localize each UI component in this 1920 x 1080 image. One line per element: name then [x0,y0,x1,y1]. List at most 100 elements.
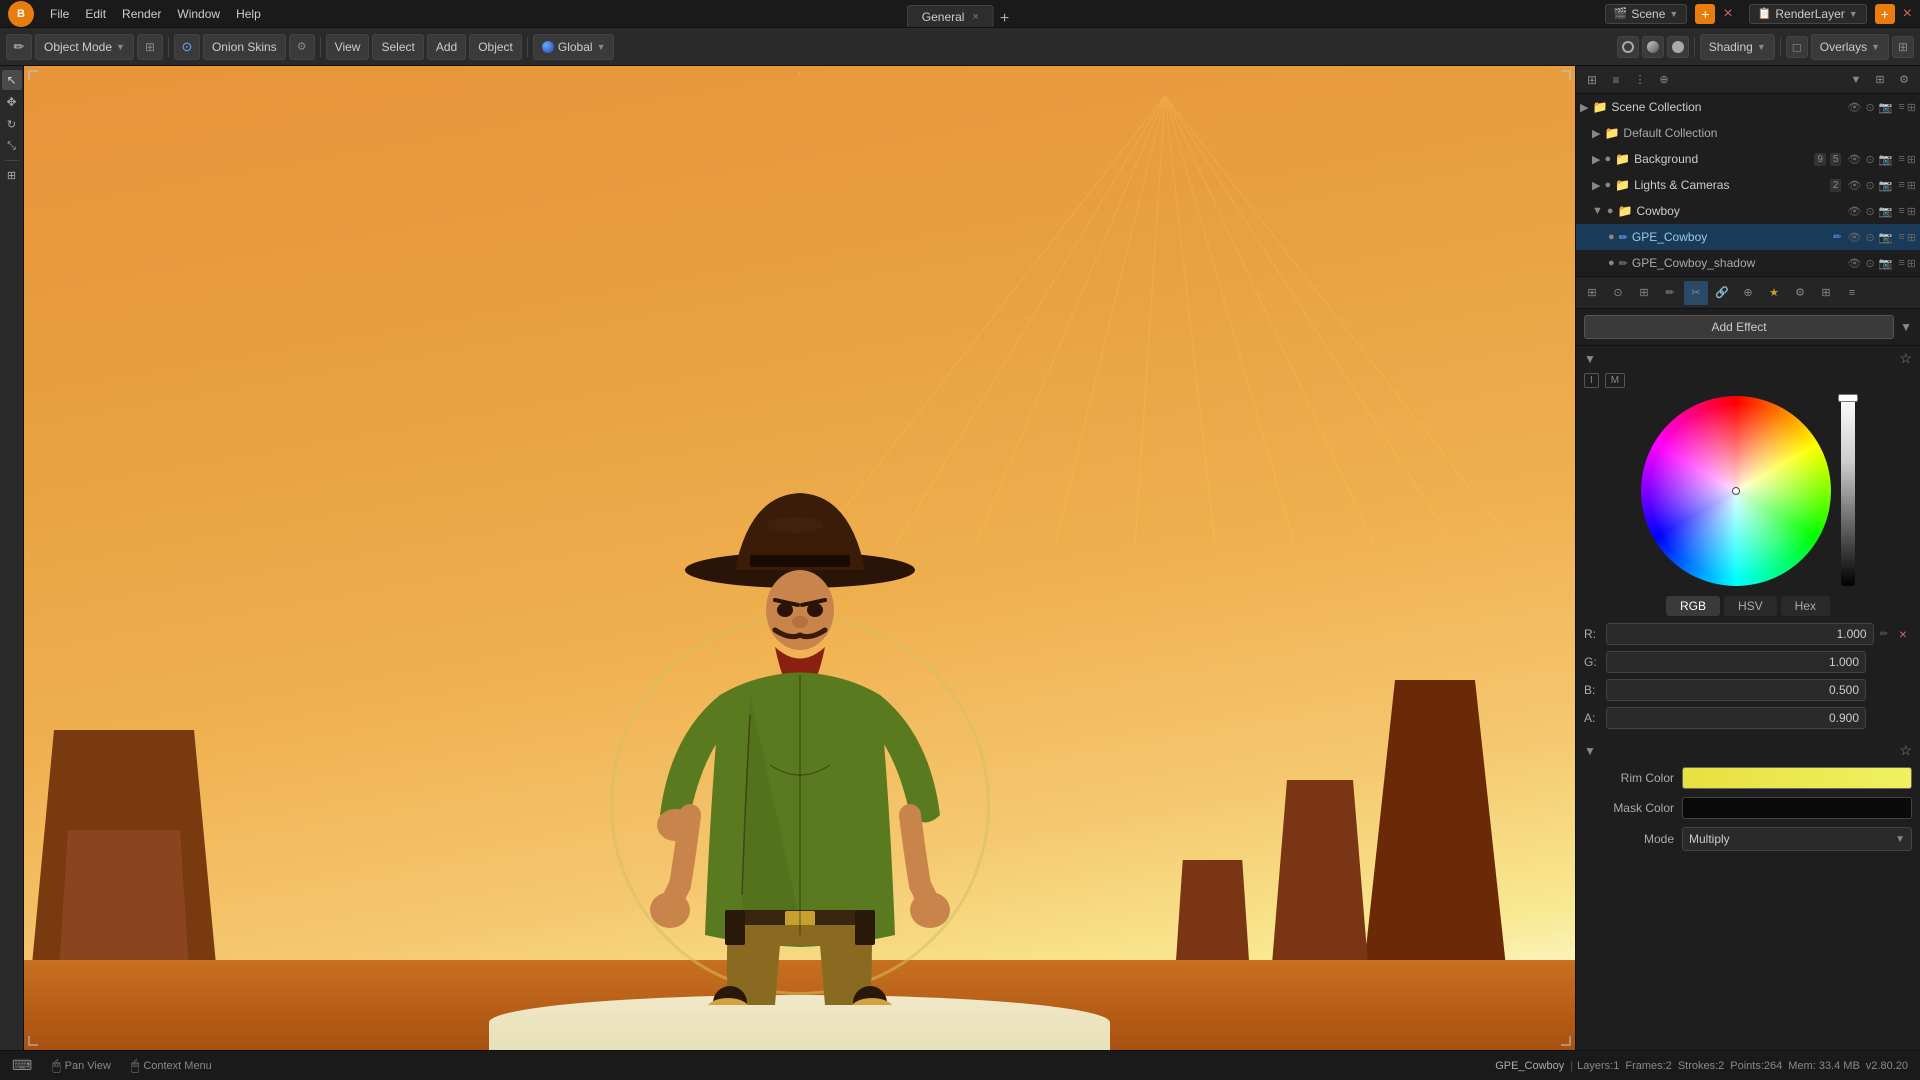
r-close-btn[interactable]: × [1894,625,1912,643]
lc-eye[interactable]: 👁 [1847,179,1861,192]
tool-scale[interactable]: ⤡ [2,136,22,156]
mode-select[interactable]: Multiply ▼ [1682,827,1912,851]
prop-icon-3[interactable]: ⊞ [1632,281,1656,305]
rim-color-swatch[interactable] [1682,767,1912,789]
bg-vis1[interactable]: ≡ [1898,153,1904,166]
effect-star-1[interactable]: ☆ [1899,350,1912,367]
renderlayer-label[interactable]: RenderLayer [1775,7,1844,21]
effect-arrow-2[interactable]: ▼ [1584,744,1596,758]
background-collection-row[interactable]: ▶ ● 📁 Background 9 5 👁 ⊙ 📷 ≡ ⊞ [1576,146,1920,172]
gpe-cowboy-row[interactable]: ● ✏ GPE_Cowboy ✏ 👁 ⊙ 📷 ≡ ⊞ [1576,224,1920,250]
outliner-mode3-icon[interactable]: ⊕ [1654,70,1674,90]
scene-col-render[interactable]: 📷 [1879,101,1893,114]
bg-col-render[interactable]: 📷 [1879,153,1893,166]
prop-icon-5[interactable]: ✂ [1684,281,1708,305]
gpe-cowboy-edit[interactable]: ✏ [1833,232,1841,243]
scene-label[interactable]: Scene [1631,7,1665,21]
shadow-render[interactable]: 📷 [1879,257,1893,270]
tool-rotate[interactable]: ↻ [2,114,22,134]
viewport[interactable]: ‹ ‹ › [24,66,1575,1050]
onion-skins-btn[interactable]: Onion Skins [203,34,286,60]
shadow-eye[interactable]: 👁 [1847,257,1861,270]
r-edit-icon[interactable]: ✏ [1880,629,1888,640]
mask-color-swatch[interactable] [1682,797,1912,819]
scene-col-vis1[interactable]: ≡ [1898,101,1904,114]
bg-col-restrict[interactable]: ⊙ [1865,153,1874,166]
prop-icon-9[interactable]: ⚙ [1788,281,1812,305]
view-btn[interactable]: View [326,34,370,60]
gizmo-icon[interactable]: ⊞ [1892,36,1914,58]
prop-icon-7[interactable]: ⊕ [1736,281,1760,305]
effect-star-2[interactable]: ☆ [1899,742,1912,759]
tab-hex[interactable]: Hex [1781,596,1830,616]
prop-icon-6[interactable]: 🔗 [1710,281,1734,305]
r-input[interactable]: 1.000 [1606,623,1874,645]
scene-col-vis2[interactable]: ⊞ [1907,101,1916,114]
effect-arrow-1[interactable]: ▼ [1584,352,1596,366]
gpe-restrict[interactable]: ⊙ [1865,231,1874,244]
bg-vis2[interactable]: ⊞ [1907,153,1916,166]
outliner-expand-icon[interactable]: ⊞ [1870,70,1890,90]
tab-add[interactable]: + [996,11,1013,27]
add-scene-icon[interactable]: + [1701,6,1709,22]
select-btn[interactable]: Select [372,34,423,60]
onion-skins-settings[interactable]: ⚙ [289,34,315,60]
render-mode-icon[interactable]: ◻ [1786,36,1808,58]
object-type-btn[interactable]: ✏ [6,34,32,60]
menu-file[interactable]: File [42,5,77,23]
cowboy-vis1[interactable]: ≡ [1898,205,1904,218]
prop-icon-8[interactable]: ★ [1762,281,1786,305]
menu-window[interactable]: Window [169,5,228,23]
scene-collection-row[interactable]: ▶ 📁 Scene Collection 👁 ⊙ 📷 ≡ ⊞ [1576,94,1920,120]
cowboy-render[interactable]: 📷 [1879,205,1893,218]
tool-cursor[interactable]: ↖ [2,70,22,90]
tool-transform[interactable]: ⊞ [2,165,22,185]
viewport-left-arrow[interactable]: ‹ [26,552,30,564]
tab-close-icon[interactable]: × [972,11,978,23]
add-effect-expand[interactable]: ▼ [1900,320,1912,334]
tool-move[interactable]: ✥ [2,92,22,112]
onion-skins-icon[interactable]: ⊙ [174,34,200,60]
menu-help[interactable]: Help [228,5,269,23]
g-input[interactable]: 1.000 [1606,651,1866,673]
lc-vis1[interactable]: ≡ [1898,179,1904,192]
menu-edit[interactable]: Edit [77,5,114,23]
shadow-restrict[interactable]: ⊙ [1865,257,1874,270]
tab-hsv[interactable]: HSV [1724,596,1777,616]
outliner-mode-icon[interactable]: ⊞ [1582,70,1602,90]
menu-render[interactable]: Render [114,5,169,23]
outliner-mode2-icon[interactable]: ⋮ [1630,70,1650,90]
viewport-shade-dot2[interactable] [1642,36,1664,58]
viewport-right-arrow[interactable]: › [1569,938,1573,950]
outliner-search-icon[interactable]: ⚙ [1894,70,1914,90]
gpe-eye[interactable]: 👁 [1847,231,1861,244]
gpe-cowboy-shadow-row[interactable]: ● ✏ GPE_Cowboy_shadow 👁 ⊙ 📷 ≡ ⊞ [1576,250,1920,276]
outliner-filter-icon[interactable]: ▼ [1846,70,1866,90]
prop-icon-11[interactable]: ≡ [1840,281,1864,305]
tab-general[interactable]: General × [907,5,994,27]
object-btn[interactable]: Object [469,34,522,60]
frame-nav-btn[interactable]: ⊞ [137,34,163,60]
close-renderlayer-icon[interactable]: × [1903,5,1912,23]
prop-icon-10[interactable]: ⊞ [1814,281,1838,305]
shadow-vis1[interactable]: ≡ [1898,257,1904,270]
lc-vis2[interactable]: ⊞ [1907,179,1916,192]
b-input[interactable]: 0.500 [1606,679,1866,701]
cowboy-restrict[interactable]: ⊙ [1865,205,1874,218]
blender-logo[interactable]: B [8,1,34,27]
shadow-vis2[interactable]: ⊞ [1907,257,1916,270]
tab-rgb[interactable]: RGB [1666,596,1720,616]
global-btn[interactable]: Global ▼ [533,34,615,60]
shading-btn[interactable]: Shading ▼ [1700,34,1775,60]
prop-icon-4[interactable]: ✏ [1658,281,1682,305]
scene-col-restrict[interactable]: ⊙ [1865,101,1874,114]
lc-render[interactable]: 📷 [1879,179,1893,192]
gpe-render[interactable]: 📷 [1879,231,1893,244]
gpe-vis1[interactable]: ≡ [1898,231,1904,244]
cowboy-vis2[interactable]: ⊞ [1907,205,1916,218]
cowboy-eye[interactable]: 👁 [1847,205,1861,218]
color-wheel[interactable] [1641,396,1831,586]
a-input[interactable]: 0.900 [1606,707,1866,729]
default-collection-row[interactable]: ▶ 📁 Default Collection [1576,120,1920,146]
close-scene-icon[interactable]: × [1723,5,1732,23]
